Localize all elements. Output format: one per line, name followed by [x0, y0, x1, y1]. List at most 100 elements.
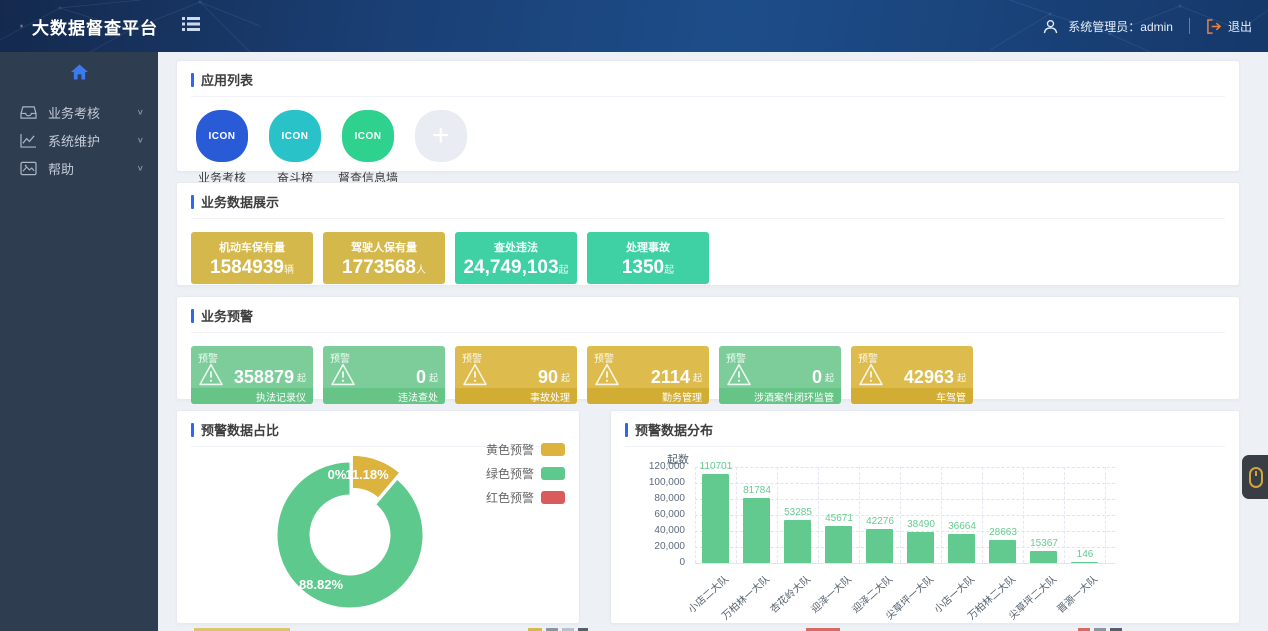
data-card-4: 处理事故 1350起 [587, 232, 709, 284]
data-card-title: 处理事故 [626, 239, 670, 255]
warning-card-1: 预警358879起执法记录仪 [191, 346, 313, 404]
sidebar-item-label: 系统维护 [48, 131, 100, 150]
sidebar-item-2[interactable]: 系统维护 ∨ [0, 126, 158, 154]
warning-card-value: 0 [416, 367, 426, 388]
pie-percentage-label: 88.82% [299, 577, 344, 592]
bar [907, 532, 934, 563]
data-card-value: 1350起 [622, 258, 674, 277]
value-text: 1773568 [342, 257, 416, 278]
warning-card-unit: 起 [957, 371, 966, 384]
bar-value-label: 110701 [686, 461, 746, 472]
warning-triangle-icon [594, 363, 620, 391]
warning-cards-row: 预警358879起执法记录仪预警0起违法查处预警90起事故处理预警2114起勤务… [191, 346, 1225, 404]
data-card-value: 24,749,103起 [463, 258, 568, 277]
x-category-label: 晋源一大队 [1053, 571, 1100, 616]
app-icon-text: ICON [282, 131, 309, 142]
user-icon [1043, 19, 1058, 34]
warning-card-4: 预警2114起勤务管理 [587, 346, 709, 404]
data-card-2: 驾驶人保有量1773568人 [323, 232, 445, 284]
warning-card-value: 0 [812, 367, 822, 388]
sidebar-item-1[interactable]: 业务考核 ∨ [0, 98, 158, 126]
bar [702, 474, 729, 563]
add-app-button[interactable]: + [410, 110, 472, 186]
bar-value-label: 28663 [973, 527, 1033, 538]
bar-value-label: 81784 [727, 485, 787, 496]
value-unit: 起 [664, 265, 674, 276]
section-title: 业务预警 [201, 306, 253, 325]
warning-triangle-icon [198, 363, 224, 391]
grid-line [941, 467, 942, 563]
app-list-panel: 应用列表 ICON业务考核ICON奋斗榜ICON督查信息墙+ [176, 60, 1240, 172]
warning-card-unit: 起 [297, 371, 306, 384]
data-card-title: 驾驶人保有量 [351, 239, 417, 255]
warning-card-label: 车驾管 [851, 388, 973, 404]
section-title: 预警数据占比 [201, 420, 279, 439]
sidebar-item-3[interactable]: 帮助 ∨ [0, 154, 158, 182]
bar [989, 540, 1016, 563]
floating-widget-button[interactable] [1242, 455, 1268, 499]
app-item-3[interactable]: ICON督查信息墙 [337, 110, 399, 186]
warning-card-body: 0起 [330, 363, 438, 391]
grid-line [900, 467, 901, 563]
chevron-down-icon: ∨ [137, 164, 144, 173]
y-tick-label: 120,000 [625, 461, 685, 472]
data-card-title: 机动车保有量 [219, 239, 285, 255]
section-header: 业务数据展示 [191, 192, 1225, 219]
brand: 大数据督查平台 [0, 11, 158, 41]
section-title: 应用列表 [201, 70, 253, 89]
warning-card-body: 0起 [726, 363, 834, 391]
sidebar-item-label: 业务考核 [48, 103, 100, 122]
sidebar-home-button[interactable] [0, 52, 158, 90]
app-item-2[interactable]: ICON奋斗榜 [264, 110, 326, 186]
sidebar-menu: 业务考核 ∨ 系统维护 ∨ 帮助 ∨ [0, 90, 158, 182]
warning-card-unit: 起 [693, 371, 702, 384]
bar [784, 520, 811, 563]
warning-card-value: 42963 [904, 367, 954, 388]
y-tick-label: 100,000 [625, 477, 685, 488]
grid-line [695, 467, 1115, 468]
title-accent-bar [191, 423, 194, 437]
y-tick-label: 20,000 [625, 541, 685, 552]
warning-card-6: 预警42963起车驾管 [851, 346, 973, 404]
warning-panel: 业务预警 预警358879起执法记录仪预警0起违法查处预警90起事故处理预警21… [176, 296, 1240, 400]
plus-icon: + [415, 110, 467, 162]
user-account-label[interactable]: 系统管理员：admin [1068, 18, 1173, 35]
bar-value-label: 146 [1055, 549, 1115, 560]
y-tick-label: 40,000 [625, 525, 685, 536]
warning-card-body: 42963起 [858, 363, 966, 391]
logout-button[interactable]: 退出 [1206, 18, 1252, 35]
value-unit: 辆 [284, 265, 294, 276]
app-item-1[interactable]: ICON业务考核 [191, 110, 253, 186]
main-content: 应用列表 ICON业务考核ICON奋斗榜ICON督查信息墙+ 业务数据展示 机动… [158, 52, 1268, 631]
home-icon [71, 64, 88, 80]
warning-card-unit: 起 [561, 371, 570, 384]
image-icon [20, 159, 38, 177]
chevron-down-icon: ∨ [137, 136, 144, 145]
chevron-down-icon: ∨ [137, 108, 144, 117]
warning-triangle-icon [462, 363, 488, 391]
value-text: 24,749,103 [463, 257, 558, 278]
warning-card-unit: 起 [825, 371, 834, 384]
warning-card-value: 90 [538, 367, 558, 388]
grid-line [982, 467, 983, 563]
app-icon-text: ICON [355, 131, 382, 142]
sidebar-item-label: 帮助 [48, 159, 74, 178]
bar [1071, 562, 1098, 563]
warning-card-body: 358879起 [198, 363, 306, 391]
y-tick-label: 0 [625, 557, 685, 568]
section-header: 预警数据分布 [625, 420, 1225, 447]
business-data-panel: 业务数据展示 机动车保有量1584939辆驾驶人保有量1773568人查处违法2… [176, 182, 1240, 286]
app-header: 大数据督查平台 系统管理员：admin 退出 [0, 0, 1268, 52]
warning-card-label: 执法记录仪 [191, 388, 313, 404]
sidebar: 业务考核 ∨ 系统维护 ∨ 帮助 ∨ [0, 52, 158, 631]
bar-chart: 起数 020,00040,00060,00080,000100,000120,0… [625, 451, 1225, 621]
sidebar-collapse-button[interactable] [182, 16, 200, 37]
app-icon: ICON [269, 110, 321, 162]
data-card-value: 1584939辆 [210, 258, 294, 277]
warning-card-5: 预警0起涉酒案件闭环监管 [719, 346, 841, 404]
section-title: 预警数据分布 [635, 420, 713, 439]
warning-card-2: 预警0起违法查处 [323, 346, 445, 404]
hamburger-list-icon [182, 16, 200, 32]
pie-percentage-label: 0% [328, 467, 347, 482]
warning-triangle-icon [726, 363, 752, 391]
